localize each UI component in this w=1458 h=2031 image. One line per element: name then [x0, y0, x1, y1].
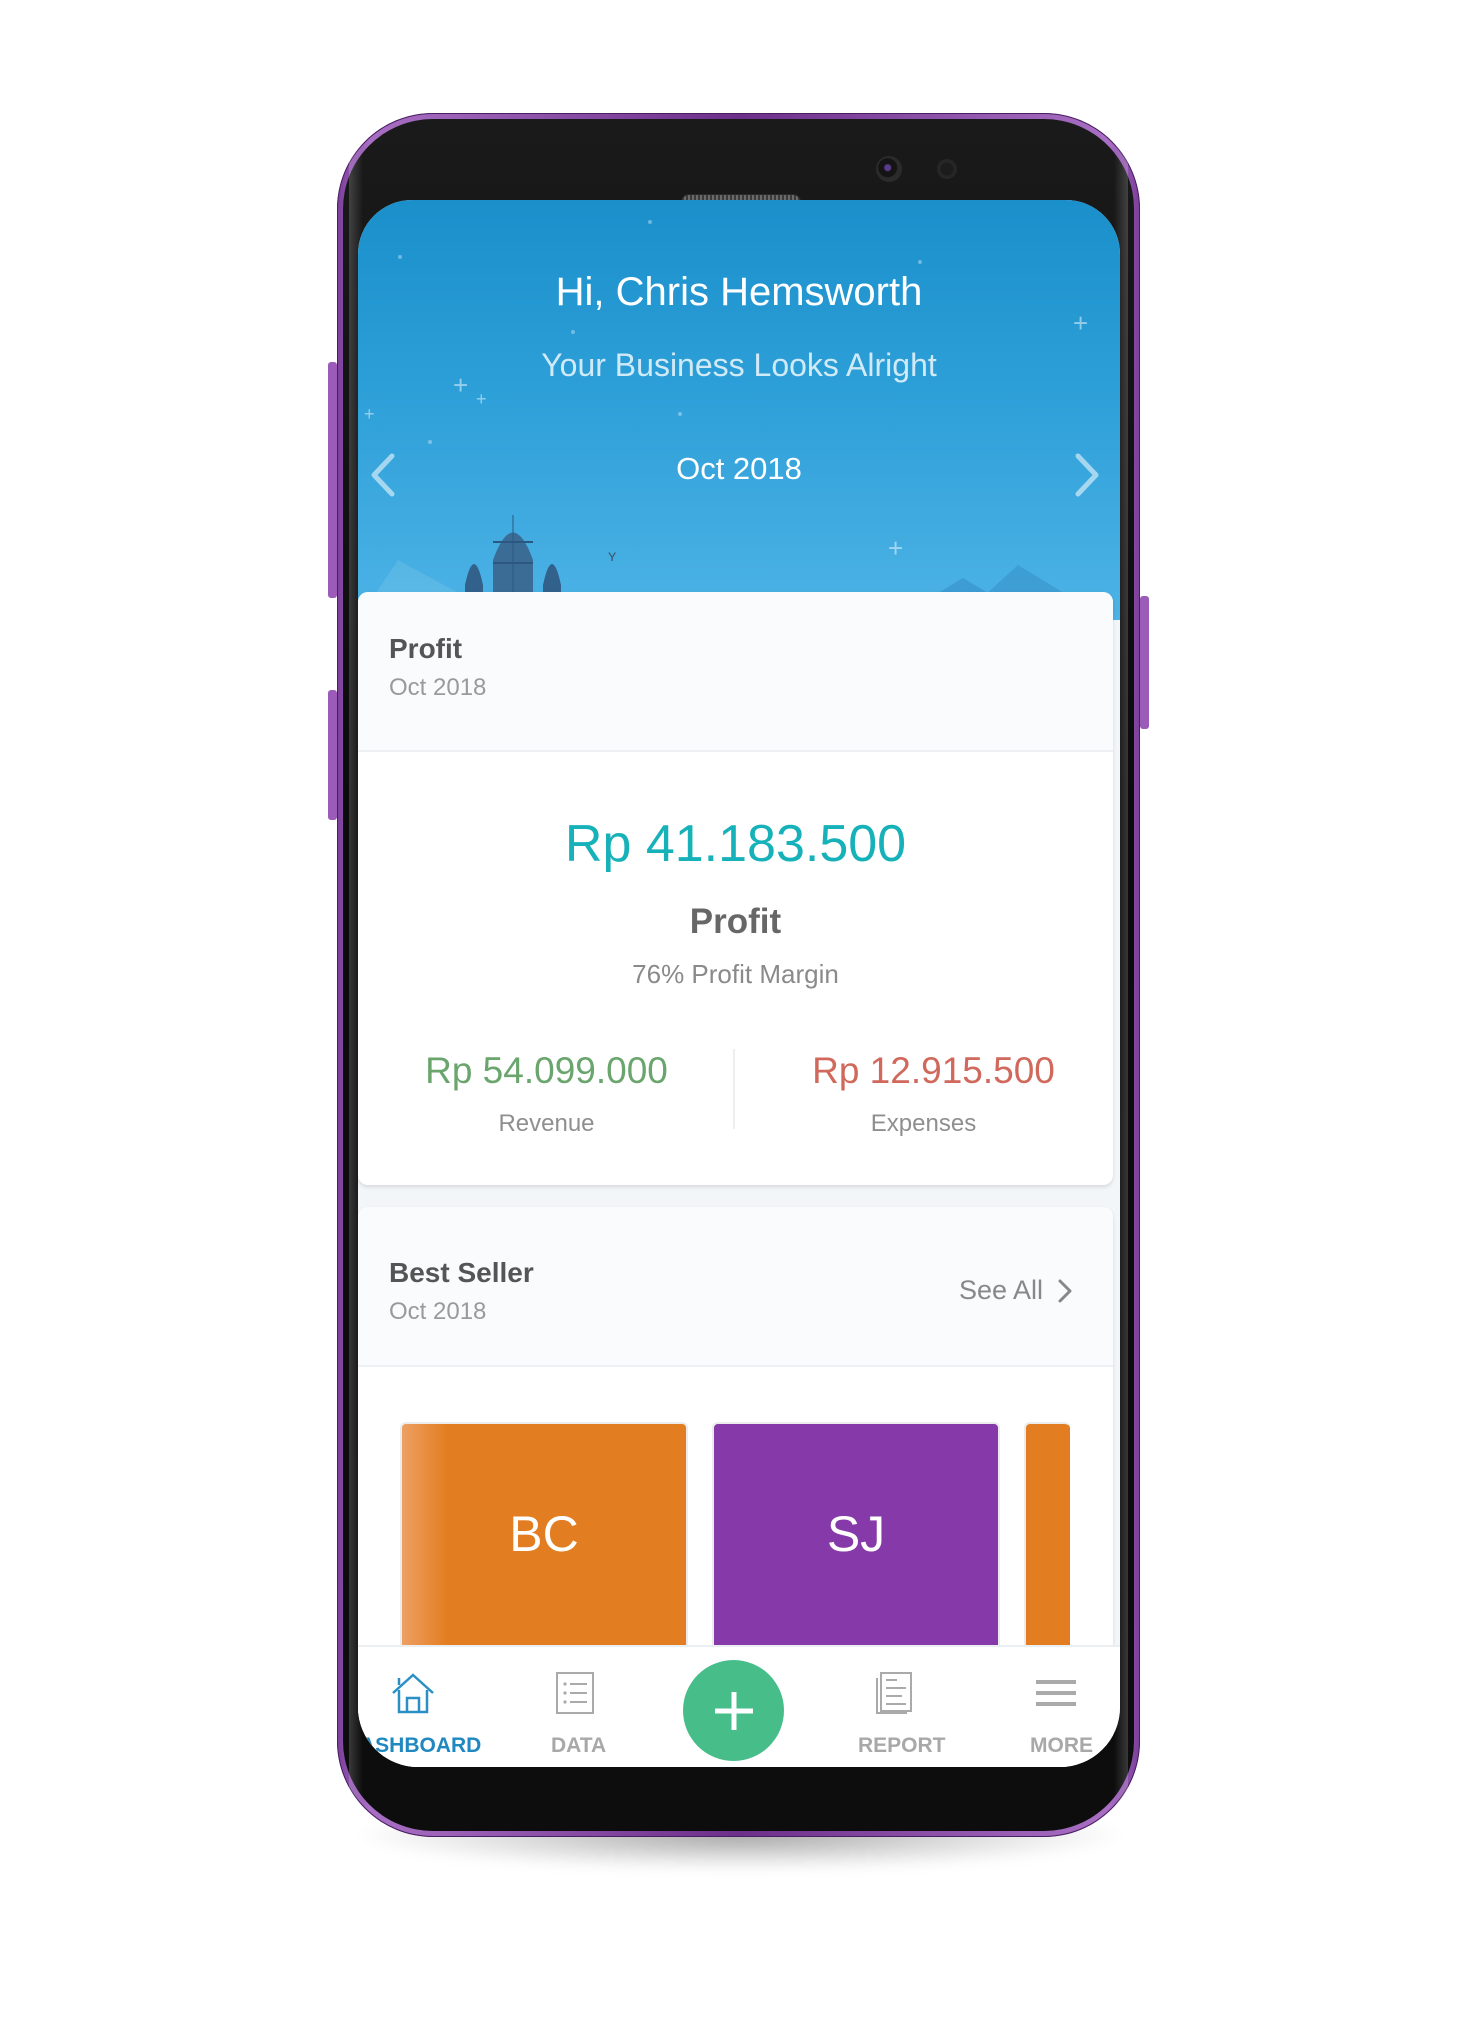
app-screen: + + + + + Hi, Chris Hemsworth Your Busin…	[358, 200, 1120, 1767]
profit-amount: Rp 41.183.500	[564, 815, 907, 873]
profit-card-title: Profit	[389, 633, 463, 664]
nav-report[interactable]: REPORT	[828, 1647, 958, 1767]
chevron-right-icon	[1075, 453, 1099, 497]
see-all-label: See All	[958, 1275, 1043, 1305]
best-seller-item[interactable]: BC	[400, 1422, 688, 1664]
item-initials: BC	[509, 1506, 579, 1562]
nav-dashboard-label: ASHBOARD	[360, 1734, 482, 1757]
profit-card-header: Profit Oct 2018	[358, 592, 1113, 752]
power-button	[1140, 596, 1149, 729]
expenses-amount: Rp 12.915.500	[812, 1050, 1055, 1091]
list-icon	[556, 1672, 594, 1714]
profit-margin: 76% Profit Margin	[632, 959, 839, 989]
chevron-left-icon	[371, 453, 395, 497]
item-initials: SJ	[826, 1506, 886, 1562]
best-seller-title: Best Seller	[389, 1257, 534, 1288]
profit-card: Profit Oct 2018 Rp 41.183.500 Profit 76%…	[358, 592, 1113, 1185]
proximity-sensor	[937, 159, 957, 179]
sparkle-icon: +	[364, 404, 375, 424]
expenses-label: Expenses	[870, 1110, 977, 1137]
star-decoration	[571, 330, 575, 334]
add-button[interactable]	[683, 1660, 784, 1761]
header-banner: + + + + + Hi, Chris Hemsworth Your Busin…	[358, 200, 1120, 620]
star-decoration	[918, 260, 922, 264]
nav-more[interactable]: MORE	[998, 1647, 1108, 1767]
status-subtitle: Your Business Looks Alright	[541, 347, 937, 383]
revenue-label: Revenue	[498, 1110, 595, 1137]
volume-button	[328, 362, 337, 598]
best-seller-item[interactable]: SJ	[712, 1422, 1000, 1664]
best-seller-item[interactable]	[1024, 1422, 1070, 1664]
nav-more-label: MORE	[1030, 1734, 1093, 1757]
nav-dashboard[interactable]: ASHBOARD	[358, 1647, 508, 1767]
see-all-link[interactable]: See All	[959, 1277, 1073, 1304]
report-icon	[876, 1672, 912, 1714]
home-icon	[392, 1673, 434, 1714]
sparkle-icon: +	[1073, 308, 1089, 338]
sparkle-icon: +	[476, 389, 487, 409]
period-label: Oct 2018	[676, 451, 802, 486]
star-decoration	[398, 255, 402, 259]
star-decoration	[678, 412, 682, 416]
chevron-right-icon	[1058, 1279, 1072, 1302]
star-decoration	[648, 220, 652, 224]
profit-amount-label: Profit	[689, 902, 782, 941]
next-period-button[interactable]	[1066, 450, 1106, 500]
star-decoration	[428, 440, 432, 444]
prev-period-button[interactable]	[364, 450, 404, 500]
plus-icon	[714, 1691, 753, 1730]
bottom-navigation: ASHBOARD DATA REPORT MORE	[358, 1645, 1120, 1767]
menu-icon	[1036, 1680, 1076, 1706]
front-camera	[876, 156, 902, 182]
sparkle-icon: +	[888, 533, 904, 563]
revenue-amount: Rp 54.099.000	[425, 1050, 668, 1091]
nav-data-label: DATA	[551, 1734, 607, 1757]
best-seller-period: Oct 2018	[389, 1298, 487, 1325]
nav-data[interactable]: DATA	[523, 1647, 623, 1767]
nav-report-label: REPORT	[858, 1734, 946, 1757]
bird-decoration: ʏ	[608, 548, 617, 565]
best-seller-header: Best Seller Oct 2018 See All	[358, 1207, 1113, 1367]
greeting-text: Hi, Chris Hemsworth	[555, 270, 923, 314]
bixby-button	[328, 690, 337, 820]
profit-card-period: Oct 2018	[389, 674, 487, 701]
